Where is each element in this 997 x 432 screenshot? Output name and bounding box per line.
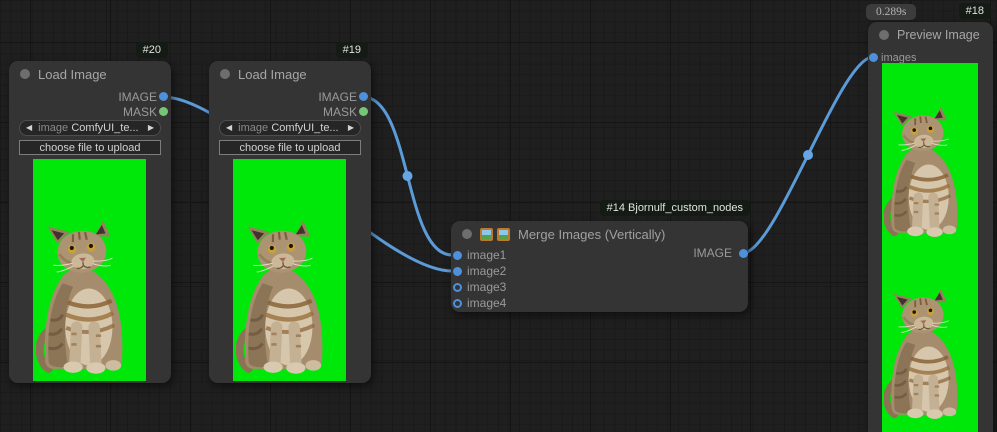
node-title-bar: Load Image bbox=[9, 61, 171, 87]
input-slot-image3[interactable] bbox=[453, 283, 462, 292]
node-title: Load Image bbox=[38, 67, 107, 82]
output-label-image: IMAGE bbox=[118, 90, 157, 104]
merged-image-preview bbox=[882, 63, 978, 432]
output-label-image: IMAGE bbox=[693, 246, 732, 260]
combo-value: ComfyUI_te... bbox=[268, 123, 342, 134]
link-midpoint-dot[interactable] bbox=[403, 171, 413, 181]
node-id-badge: #14 Bjornulf_custom_nodes bbox=[600, 200, 750, 216]
node-id-badge: #19 bbox=[336, 42, 368, 58]
image-combo-widget[interactable]: ◀ image ComfyUI_te... ▶ bbox=[19, 120, 161, 136]
cat-image bbox=[884, 290, 966, 420]
output-slot-image[interactable] bbox=[739, 249, 748, 258]
node-id-badge: #18 bbox=[959, 3, 991, 19]
node-title-bar: Load Image bbox=[209, 61, 371, 87]
node-title: Load Image bbox=[238, 67, 307, 82]
output-label-image: IMAGE bbox=[318, 90, 357, 104]
loaded-image-preview bbox=[233, 159, 346, 381]
node-title-bar: Preview Image bbox=[868, 22, 993, 48]
output-slot-image[interactable] bbox=[159, 92, 168, 101]
node-load-image-19[interactable]: Load Image IMAGE MASK ◀ image ComfyUI_te… bbox=[209, 61, 371, 383]
cat-image bbox=[884, 108, 966, 238]
input-slot-image4[interactable] bbox=[453, 299, 462, 308]
combo-value: ComfyUI_te... bbox=[68, 123, 142, 134]
node-graph-canvas[interactable]: #20 #19 #14 Bjornulf_custom_nodes #18 0.… bbox=[0, 0, 997, 432]
output-slot-image[interactable] bbox=[359, 92, 368, 101]
combo-right-arrow-icon[interactable]: ▶ bbox=[342, 124, 360, 132]
collapse-dot-icon[interactable] bbox=[879, 30, 889, 40]
cat-image bbox=[236, 222, 333, 375]
node-merge-images[interactable]: Merge Images (Vertically) image1 image2 … bbox=[451, 221, 748, 312]
node-preview-image[interactable]: Preview Image images bbox=[868, 22, 993, 432]
collapse-dot-icon[interactable] bbox=[20, 69, 30, 79]
combo-type-label: image bbox=[238, 123, 268, 134]
loaded-image-preview bbox=[33, 159, 146, 381]
input-label-image1: image1 bbox=[467, 248, 506, 262]
node-title: Preview Image bbox=[897, 28, 980, 42]
node-load-image-20[interactable]: Load Image IMAGE MASK ◀ image ComfyUI_te… bbox=[9, 61, 171, 383]
input-slot-images[interactable] bbox=[869, 53, 878, 62]
input-slot-image2[interactable] bbox=[453, 267, 462, 276]
combo-left-arrow-icon[interactable]: ◀ bbox=[20, 124, 38, 132]
combo-left-arrow-icon[interactable]: ◀ bbox=[220, 124, 238, 132]
link-midpoint-dot[interactable] bbox=[803, 150, 813, 160]
image-combo-widget[interactable]: ◀ image ComfyUI_te... ▶ bbox=[219, 120, 361, 136]
output-label-mask: MASK bbox=[123, 105, 157, 119]
upload-button[interactable]: choose file to upload bbox=[19, 140, 161, 155]
output-label-mask: MASK bbox=[323, 105, 357, 119]
combo-right-arrow-icon[interactable]: ▶ bbox=[142, 124, 160, 132]
input-slot-image1[interactable] bbox=[453, 251, 462, 260]
collapse-dot-icon[interactable] bbox=[462, 229, 472, 239]
framed-picture-icon bbox=[497, 228, 510, 241]
execution-time-badge: 0.289s bbox=[866, 4, 916, 20]
combo-type-label: image bbox=[38, 123, 68, 134]
node-title-bar: Merge Images (Vertically) bbox=[451, 221, 748, 247]
input-label-image3: image3 bbox=[467, 280, 506, 294]
node-id-badge: #20 bbox=[136, 42, 168, 58]
output-slot-mask[interactable] bbox=[359, 107, 368, 116]
cat-image bbox=[36, 222, 133, 375]
framed-picture-icon bbox=[480, 228, 493, 241]
input-label-image4: image4 bbox=[467, 296, 506, 310]
output-slot-mask[interactable] bbox=[159, 107, 168, 116]
node-title: Merge Images (Vertically) bbox=[518, 227, 665, 242]
input-label-image2: image2 bbox=[467, 264, 506, 278]
upload-button[interactable]: choose file to upload bbox=[219, 140, 361, 155]
collapse-dot-icon[interactable] bbox=[220, 69, 230, 79]
